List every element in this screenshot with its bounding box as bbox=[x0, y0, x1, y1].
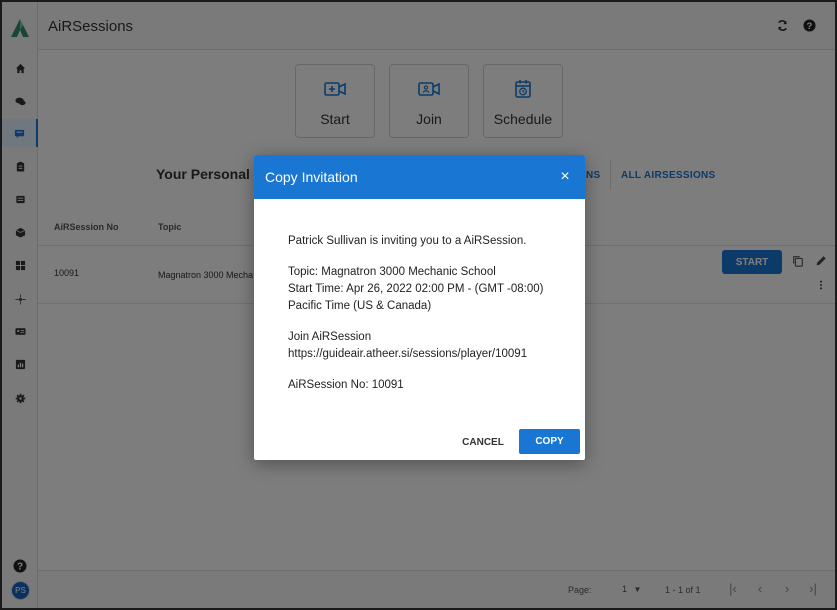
app-window: ? PS AiRSessions ? bbox=[0, 0, 837, 610]
invite-session-number: AiRSession No: 10091 bbox=[288, 379, 404, 391]
close-icon[interactable]: × bbox=[556, 168, 574, 186]
invite-join-label: Join AiRSession bbox=[288, 331, 372, 343]
cancel-button[interactable]: CANCEL bbox=[456, 430, 510, 454]
invitation-text: Patrick Sullivan is inviting you to a Ai… bbox=[288, 233, 573, 394]
invite-topic: Topic: Magnatron 3000 Mechanic School bbox=[288, 266, 496, 278]
invite-timezone: Pacific Time (US & Canada) bbox=[288, 300, 432, 312]
dialog-header: Copy Invitation × bbox=[254, 155, 585, 199]
invite-line: Patrick Sullivan is inviting you to a Ai… bbox=[288, 235, 527, 247]
dialog-title: Copy Invitation bbox=[265, 169, 358, 185]
invite-start-time: Start Time: Apr 26, 2022 02:00 PM - (GMT… bbox=[288, 283, 544, 295]
copy-invitation-dialog: Copy Invitation × Patrick Sullivan is in… bbox=[254, 155, 585, 460]
invite-join-url: https://guideair.atheer.si/sessions/play… bbox=[288, 348, 528, 360]
copy-button[interactable]: COPY bbox=[519, 429, 580, 454]
